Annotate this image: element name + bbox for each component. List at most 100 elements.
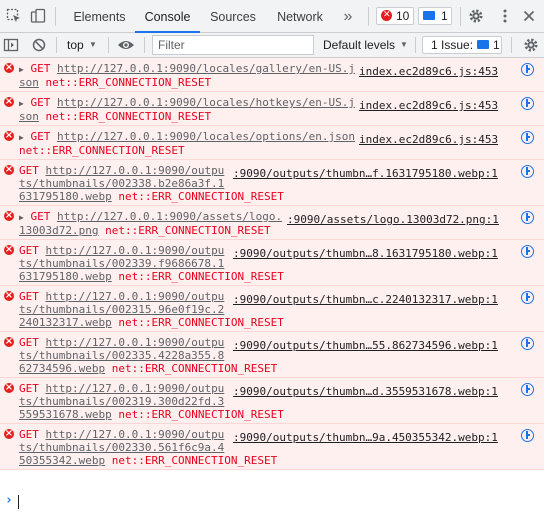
console-error-message[interactable]: GET http://127.0.0.1:9090/outpu ts/thumb… <box>0 424 544 470</box>
expand-triangle-icon[interactable]: ▶ <box>19 65 24 74</box>
request-url-continued[interactable]: 13003d72.png <box>19 224 98 237</box>
request-url[interactable]: http://127.0.0.1:9090/outpu <box>46 164 225 177</box>
console-error-message[interactable]: ▶ GET http://127.0.0.1:9090/locales/gall… <box>0 58 544 92</box>
request-method: GET <box>30 96 51 109</box>
request-url-continued[interactable]: son <box>19 76 39 89</box>
request-url-continued[interactable]: ts/thumbnails/002319.300d22fd.3 <box>19 395 224 408</box>
error-icon <box>4 209 14 222</box>
device-toolbar-icon[interactable] <box>30 8 46 24</box>
context-selector[interactable]: top ▼ <box>62 33 102 57</box>
network-panel-link-icon[interactable] <box>521 245 534 258</box>
network-panel-link-icon[interactable] <box>521 165 534 178</box>
expand-triangle-icon[interactable]: ▶ <box>19 99 24 108</box>
inspect-element-icon[interactable] <box>6 8 22 24</box>
console-error-message[interactable]: GET http://127.0.0.1:9090/outpu ts/thumb… <box>0 240 544 286</box>
source-link[interactable]: :9090/outputs/thumbn…c.2240132317.webp:1 <box>233 293 498 306</box>
error-text: net::ERR_CONNECTION_RESET <box>111 362 278 375</box>
network-panel-link-icon[interactable] <box>521 131 534 144</box>
request-url[interactable]: http://127.0.0.1:9090/locales/gallery/en… <box>57 62 355 75</box>
context-label: top <box>67 38 84 52</box>
source-link[interactable]: :9090/outputs/thumbn…f.1631795180.webp:1 <box>233 167 498 180</box>
divider <box>511 37 512 53</box>
source-link[interactable]: index.ec2d89c6.js:453 <box>359 99 498 112</box>
tab-sources[interactable]: Sources <box>200 0 266 33</box>
console-settings-gear-icon[interactable] <box>523 37 539 53</box>
source-link[interactable]: :9090/outputs/thumbn…55.862734596.webp:1 <box>233 339 498 352</box>
clear-console-icon[interactable] <box>31 37 47 53</box>
expand-triangle-icon[interactable]: ▶ <box>19 133 24 142</box>
filter-input[interactable] <box>152 35 314 55</box>
request-url[interactable]: http://127.0.0.1:9090/assets/logo. <box>57 210 282 223</box>
request-url-continued[interactable]: 631795180.webp <box>19 190 112 203</box>
console-error-message[interactable]: ▶ GET http://127.0.0.1:9090/locales/opti… <box>0 126 544 160</box>
request-url[interactable]: http://127.0.0.1:9090/outpu <box>46 428 225 441</box>
tab-elements[interactable]: Elements <box>64 0 135 33</box>
request-url-continued[interactable]: 62734596.webp <box>19 362 105 375</box>
request-url[interactable]: http://127.0.0.1:9090/locales/hotkeys/en… <box>57 96 355 109</box>
request-url-continued[interactable]: 631795180.webp <box>19 270 112 283</box>
live-expression-eye-icon[interactable] <box>117 38 135 52</box>
network-panel-link-icon[interactable] <box>521 63 534 76</box>
request-url-continued[interactable]: 240132317.webp <box>19 316 112 329</box>
devtools-tabbar: Elements Console Sources Network » ✕ 10 … <box>0 0 544 33</box>
more-tabs-button[interactable]: » <box>337 0 359 33</box>
console-error-message[interactable]: GET http://127.0.0.1:9090/outpu ts/thumb… <box>0 378 544 424</box>
network-panel-link-icon[interactable] <box>521 211 534 224</box>
network-panel-link-icon[interactable] <box>521 383 534 396</box>
source-link[interactable]: index.ec2d89c6.js:453 <box>359 65 498 78</box>
console-error-message[interactable]: ▶ GET http://127.0.0.1:9090/assets/logo.… <box>0 206 544 240</box>
request-url[interactable]: http://127.0.0.1:9090/locales/options/en… <box>57 130 355 143</box>
tab-console[interactable]: Console <box>135 0 200 33</box>
console-prompt[interactable]: › <box>0 492 544 514</box>
request-url-continued[interactable]: ts/thumbnails/002335.4228a355.8 <box>19 349 224 362</box>
network-panel-link-icon[interactable] <box>521 291 534 304</box>
source-link[interactable]: :9090/assets/logo.13003d72.png:1 <box>287 213 499 226</box>
source-link[interactable]: :9090/outputs/thumbn…d.3559531678.webp:1 <box>233 385 498 398</box>
prompt-chevron-icon: › <box>5 493 13 508</box>
error-text: net::ERR_CONNECTION_RESET <box>111 454 278 467</box>
tab-network[interactable]: Network <box>266 0 334 33</box>
console-error-message[interactable]: GET http://127.0.0.1:9090/outpu ts/thumb… <box>0 332 544 378</box>
expand-triangle-icon[interactable]: ▶ <box>19 213 24 222</box>
issues-button[interactable]: 1 Issue: 1 <box>422 36 502 54</box>
request-url-continued[interactable]: 559531678.webp <box>19 408 112 421</box>
log-levels-dropdown[interactable]: Default levels ▼ <box>316 33 412 57</box>
request-url-continued[interactable]: son <box>19 110 39 123</box>
request-url-continued[interactable]: ts/thumbnails/002315.96e0f19c.2 <box>19 303 224 316</box>
network-panel-link-icon[interactable] <box>521 429 534 442</box>
error-text: net::ERR_CONNECTION_RESET <box>118 270 284 283</box>
messages-badge[interactable]: 1 <box>418 7 452 25</box>
console-error-message[interactable]: GET http://127.0.0.1:9090/outpu ts/thumb… <box>0 160 544 206</box>
close-icon[interactable] <box>521 8 537 24</box>
source-link[interactable]: :9090/outputs/thumbn…8.1631795180.webp:1 <box>233 247 498 260</box>
request-method: GET <box>30 62 51 75</box>
request-url-continued[interactable]: ts/thumbnails/002338.b2e86a3f.1 <box>19 177 224 190</box>
console-error-message[interactable]: GET http://127.0.0.1:9090/outpu ts/thumb… <box>0 286 544 332</box>
divider <box>108 37 109 53</box>
request-url[interactable]: http://127.0.0.1:9090/outpu <box>46 244 225 257</box>
request-url-continued[interactable]: ts/thumbnails/002339.f9686678.1 <box>19 257 224 270</box>
network-panel-link-icon[interactable] <box>521 97 534 110</box>
error-icon <box>4 335 14 348</box>
errors-badge[interactable]: ✕ 10 <box>376 7 414 25</box>
error-icon <box>4 163 14 176</box>
error-text: net::ERR_CONNECTION_RESET <box>118 408 284 421</box>
request-url-continued[interactable]: 50355342.webp <box>19 454 105 467</box>
more-options-icon[interactable] <box>497 8 513 24</box>
divider <box>55 7 56 26</box>
request-url[interactable]: http://127.0.0.1:9090/outpu <box>46 382 225 395</box>
toggle-sidebar-icon[interactable] <box>3 37 19 53</box>
request-method: GET <box>30 210 51 223</box>
settings-gear-icon[interactable] <box>468 8 484 24</box>
error-icon <box>4 427 14 440</box>
request-url[interactable]: http://127.0.0.1:9090/outpu <box>46 290 225 303</box>
console-error-message[interactable]: ▶ GET http://127.0.0.1:9090/locales/hotk… <box>0 92 544 126</box>
divider <box>368 7 369 26</box>
request-url[interactable]: http://127.0.0.1:9090/outpu <box>46 336 225 349</box>
request-method: GET <box>19 428 39 441</box>
source-link[interactable]: :9090/outputs/thumbn…9a.450355342.webp:1 <box>233 431 498 444</box>
network-panel-link-icon[interactable] <box>521 337 534 350</box>
console-messages: ▶ GET http://127.0.0.1:9090/locales/gall… <box>0 58 544 470</box>
request-url-continued[interactable]: ts/thumbnails/002330.561f6c9a.4 <box>19 441 224 454</box>
source-link[interactable]: index.ec2d89c6.js:453 <box>359 133 498 146</box>
